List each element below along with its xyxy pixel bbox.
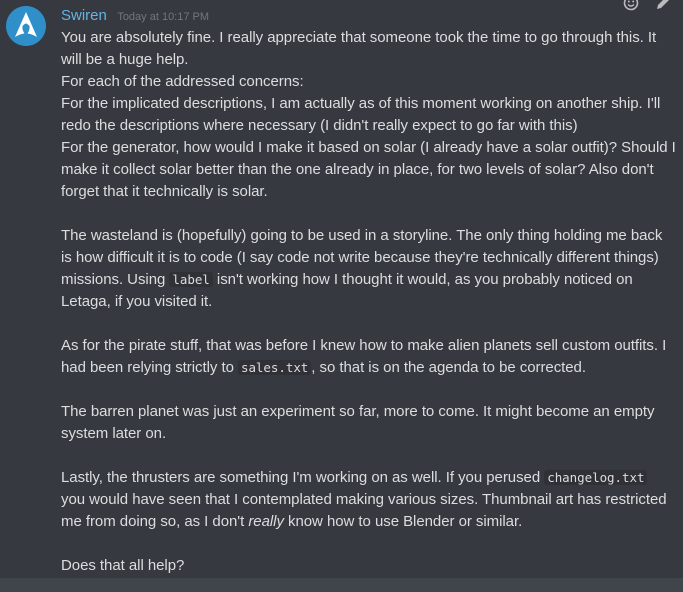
message-line: is how difficult it is to code (I say co…: [61, 249, 659, 266]
add-reaction-icon[interactable]: [622, 0, 640, 12]
message-toolbar: [615, 0, 679, 14]
text-fragment: know how to use Blender or similar.: [283, 513, 523, 530]
text-fragment: , so that is on the agenda to be correct…: [311, 359, 586, 376]
text-fragment: Lastly, the thrusters are something I'm …: [61, 469, 545, 486]
message-line: me from doing so, as I don't really know…: [61, 511, 681, 533]
emphasis-text: really: [248, 513, 284, 530]
message-line: missions. Using label isn't working how …: [61, 269, 681, 291]
message-line: system later on.: [61, 425, 167, 442]
text-fragment: me from doing so, as I don't: [61, 513, 249, 530]
user-avatar[interactable]: [6, 6, 46, 46]
inline-code: label: [169, 272, 213, 287]
message-line: forget that it technically is solar.: [61, 183, 268, 200]
message-line: Does that all help?: [61, 557, 185, 574]
message-header: Swiren Today at 10:17 PM: [61, 6, 209, 26]
edit-pencil-icon[interactable]: [654, 0, 672, 12]
timestamp[interactable]: Today at 10:17 PM: [117, 11, 209, 23]
chat-message: Swiren Today at 10:17 PM You are absolut…: [0, 0, 683, 592]
message-line: will be a huge help.: [61, 51, 189, 68]
text-fragment: isn't working how I thought it would, as…: [212, 271, 633, 288]
username[interactable]: Swiren: [61, 7, 107, 24]
message-line: As for the pirate stuff, that was before…: [61, 337, 667, 354]
text-fragment: had been relying strictly to: [61, 359, 238, 376]
message-line: For the generator, how would I make it b…: [61, 139, 676, 156]
message-line: redo the descriptions where necessary (I…: [61, 117, 578, 134]
message-line: had been relying strictly to sales.txt, …: [61, 357, 681, 379]
message-line: Lastly, the thrusters are something I'm …: [61, 467, 681, 489]
bottom-bar: [0, 578, 683, 592]
arch-linux-logo-icon: [6, 6, 46, 46]
message-content: You are absolutely fine. I really apprec…: [61, 27, 681, 577]
message-line: The wasteland is (hopefully) going to be…: [61, 227, 663, 244]
message-line: The barren planet was just an experiment…: [61, 403, 655, 420]
message-line: For the implicated descriptions, I am ac…: [61, 95, 661, 112]
inline-code: changelog.txt: [544, 470, 648, 485]
message-line: You are absolutely fine. I really apprec…: [61, 29, 657, 46]
inline-code: sales.txt: [237, 360, 312, 375]
message-line: Letaga, if you visited it.: [61, 293, 213, 310]
message-line: For each of the addressed concerns:: [61, 73, 304, 90]
text-fragment: missions. Using: [61, 271, 170, 288]
message-line: make it collect solar better than the on…: [61, 161, 654, 178]
message-line: you would have seen that I contemplated …: [61, 491, 667, 508]
